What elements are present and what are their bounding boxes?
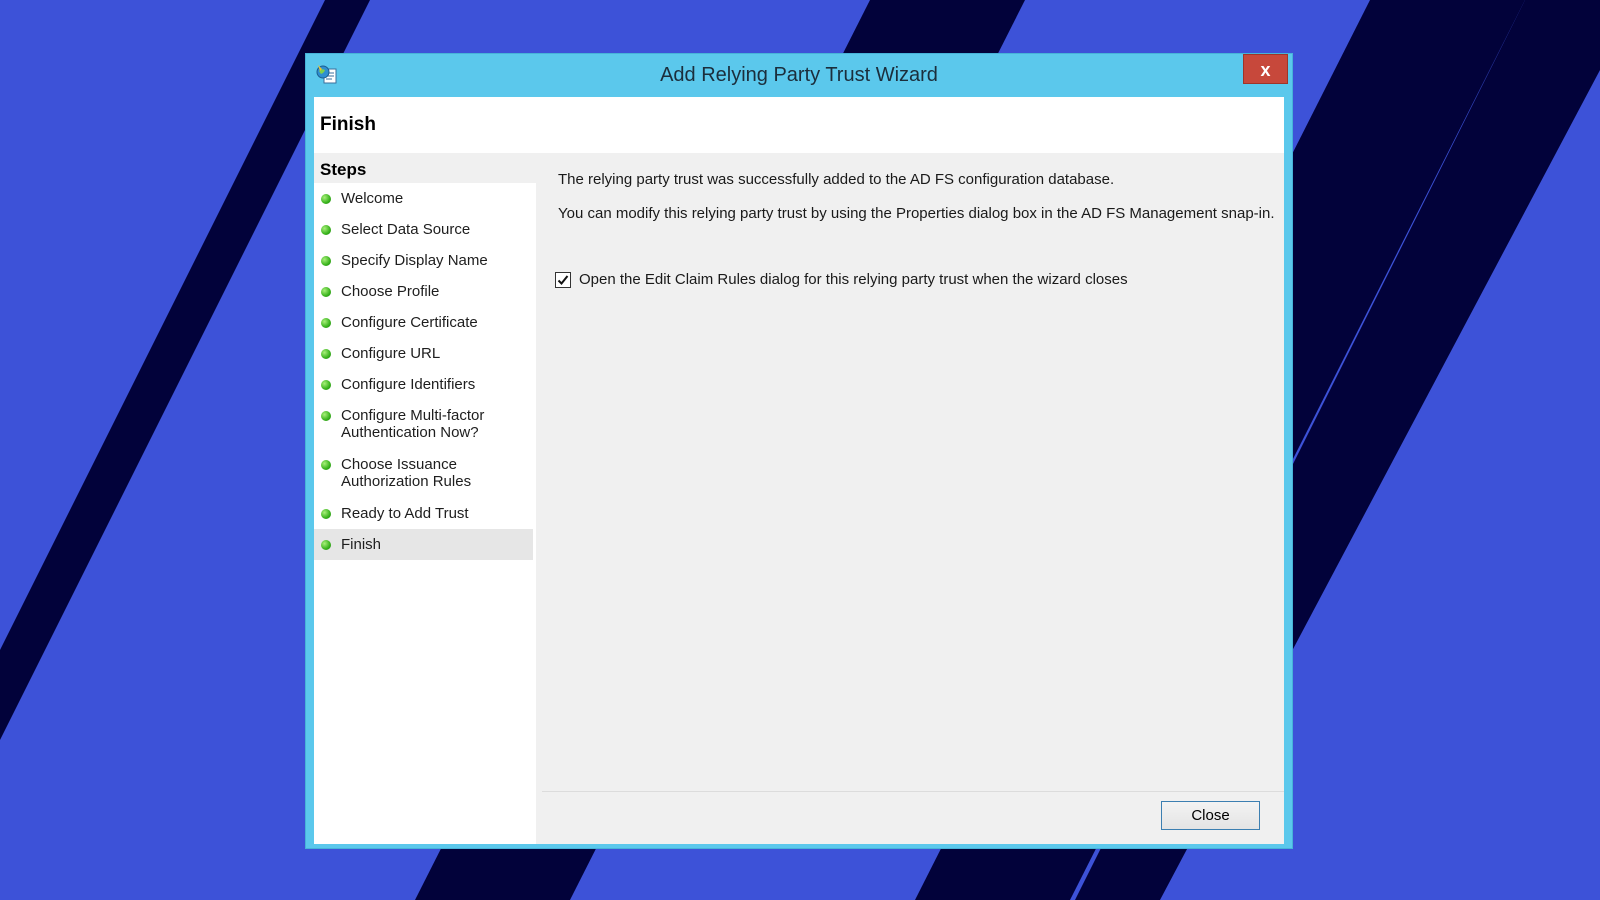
step-ready-to-add-trust: Ready to Add Trust	[314, 498, 533, 529]
content-panel: The relying party trust was successfully…	[542, 155, 1284, 844]
step-label: Configure Identifiers	[341, 376, 476, 393]
step-choose-issuance-rules: Choose Issuance Authorization Rules	[314, 449, 533, 498]
step-configure-certificate: Configure Certificate	[314, 307, 533, 338]
green-dot-icon	[321, 540, 331, 550]
step-label-line2: Authentication Now?	[341, 424, 479, 441]
green-dot-icon	[321, 509, 331, 519]
step-label: Choose Profile	[341, 283, 440, 300]
step-label: Configure Certificate	[341, 314, 478, 331]
close-button[interactable]: Close	[1161, 801, 1260, 830]
step-configure-mfa: Configure Multi-factor Authentication No…	[314, 400, 533, 449]
step-specify-display-name: Specify Display Name	[314, 245, 533, 276]
steps-heading: Steps	[314, 155, 536, 183]
step-choose-profile: Choose Profile	[314, 276, 533, 307]
edit-claim-rules-option[interactable]: Open the Edit Claim Rules dialog for thi…	[555, 271, 1128, 288]
success-message: The relying party trust was successfully…	[558, 171, 1115, 188]
step-label-line2: Authorization Rules	[341, 473, 472, 490]
modify-hint-message: You can modify this relying party trust …	[558, 205, 1275, 222]
step-label: Configure URL	[341, 345, 441, 362]
window-close-button[interactable]: x	[1243, 54, 1288, 84]
green-dot-icon	[321, 460, 331, 470]
wizard-window: Add Relying Party Trust Wizard x Finish …	[305, 53, 1293, 849]
checkmark-icon	[557, 274, 569, 285]
step-label: Finish	[341, 536, 382, 553]
green-dot-icon	[321, 380, 331, 390]
window-title: Add Relying Party Trust Wizard	[660, 64, 938, 86]
green-dot-icon	[321, 318, 331, 328]
green-dot-icon	[321, 194, 331, 204]
green-dot-icon	[321, 411, 331, 421]
edit-claim-rules-checkbox[interactable]	[555, 271, 571, 288]
title-bar: Add Relying Party Trust Wizard x	[306, 54, 1292, 97]
step-label: Welcome	[341, 190, 404, 207]
green-dot-icon	[321, 349, 331, 359]
steps-panel: Steps Welcome Select Data Source Specify…	[314, 155, 536, 844]
step-finish: Finish	[314, 529, 533, 560]
step-configure-identifiers: Configure Identifiers	[314, 369, 533, 400]
step-label-line1: Configure Multi-factor	[341, 407, 485, 424]
edit-claim-rules-label[interactable]: Open the Edit Claim Rules dialog for thi…	[579, 271, 1128, 288]
footer-divider	[542, 791, 1284, 792]
step-label: Ready to Add Trust	[341, 505, 469, 522]
green-dot-icon	[321, 256, 331, 266]
green-dot-icon	[321, 225, 331, 235]
step-label-line1: Choose Issuance	[341, 456, 457, 473]
step-select-data-source: Select Data Source	[314, 214, 533, 245]
green-dot-icon	[321, 287, 331, 297]
step-welcome: Welcome	[314, 183, 533, 214]
step-label: Select Data Source	[341, 221, 471, 238]
page-title: Finish	[320, 114, 376, 135]
wizard-client-area: Finish Steps Welcome Select Data Source …	[314, 97, 1284, 844]
page-header: Finish	[314, 97, 1284, 153]
step-label: Specify Display Name	[341, 252, 488, 269]
step-configure-url: Configure URL	[314, 338, 533, 369]
